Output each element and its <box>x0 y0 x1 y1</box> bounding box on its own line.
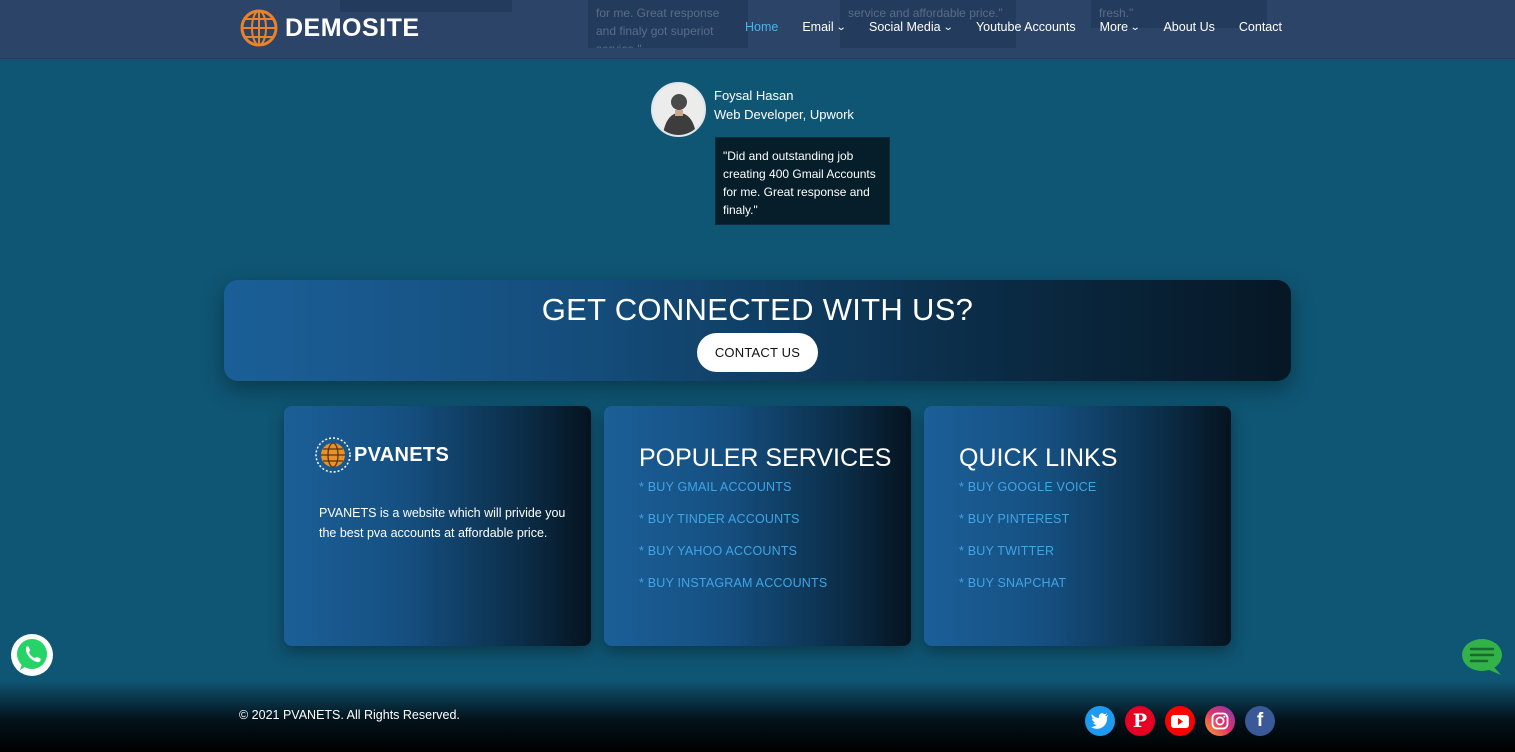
testimonial-avatar <box>651 82 706 137</box>
about-description: PVANETS is a website which will privide … <box>319 506 566 540</box>
service-link-tinder[interactable]: * BUY TINDER ACCOUNTS <box>639 512 827 544</box>
live-chat-button[interactable] <box>1461 638 1503 676</box>
nav-about-us[interactable]: About Us <box>1163 20 1214 34</box>
globe-logo-icon <box>315 437 351 473</box>
about-card: PVANETS PVANETS is a website which will … <box>284 406 591 646</box>
nav-youtube-accounts[interactable]: Youtube Accounts <box>976 20 1076 34</box>
main-nav: Home Email ⌄ Social Media ⌄ Youtube Accoun… <box>745 20 1306 34</box>
chevron-down-icon: ⌄ <box>942 21 954 33</box>
social-links: P f <box>1085 706 1275 736</box>
service-link-instagram[interactable]: * BUY INSTAGRAM ACCOUNTS <box>639 576 827 608</box>
chat-bubble-icon <box>1462 639 1502 675</box>
pvanets-logo[interactable]: PVANETS <box>314 436 449 474</box>
pvanets-brand: PVANETS <box>354 443 450 466</box>
quick-link-pinterest[interactable]: * BUY PINTEREST <box>959 512 1096 544</box>
quick-links-card: QUICK LINKS * BUY GOOGLE VOICE * BUY PIN… <box>924 406 1231 646</box>
facebook-icon[interactable]: f <box>1245 706 1275 736</box>
services-list: * BUY GMAIL ACCOUNTS * BUY TINDER ACCOUN… <box>639 480 827 608</box>
nav-email[interactable]: Email ⌄ <box>802 20 847 34</box>
service-link-yahoo[interactable]: * BUY YAHOO ACCOUNTS <box>639 544 827 576</box>
cta-banner: GET CONNECTED WITH US? CONTACT US <box>224 280 1291 381</box>
person-avatar-icon <box>653 84 704 135</box>
nav-more[interactable]: More ⌄ <box>1100 20 1141 34</box>
nav-contact[interactable]: Contact <box>1239 20 1282 34</box>
testimonial-quote: "Did and outstanding job creating 400 Gm… <box>715 137 890 225</box>
footer-bar <box>0 680 1515 752</box>
pinterest-icon[interactable]: P <box>1125 706 1155 736</box>
quick-link-snapchat[interactable]: * BUY SNAPCHAT <box>959 576 1096 608</box>
ghost-testimonial-card: for me. Great response and finaly got su… <box>588 0 748 48</box>
twitter-icon[interactable] <box>1085 706 1115 736</box>
youtube-icon[interactable] <box>1165 706 1195 736</box>
chevron-down-icon: ⌄ <box>1129 21 1141 33</box>
contact-us-button[interactable]: CONTACT US <box>697 333 818 372</box>
testimonial-role: Web Developer, Upwork <box>714 107 854 122</box>
brand-name: DEMOSITE <box>285 13 420 42</box>
globe-logo-icon <box>240 9 278 47</box>
quick-link-twitter[interactable]: * BUY TWITTER <box>959 544 1096 576</box>
service-link-gmail[interactable]: * BUY GMAIL ACCOUNTS <box>639 480 827 512</box>
services-title: POPULER SERVICES <box>639 444 892 472</box>
quick-links-list: * BUY GOOGLE VOICE * BUY PINTEREST * BUY… <box>959 480 1096 608</box>
site-header: for me. Great response and finaly got su… <box>0 0 1515 59</box>
instagram-icon[interactable] <box>1205 706 1235 736</box>
testimonial-name: Foysal Hasan <box>714 88 794 103</box>
site-logo[interactable]: DEMOSITE <box>239 8 420 48</box>
quick-links-title: QUICK LINKS <box>959 444 1118 472</box>
quick-link-google-voice[interactable]: * BUY GOOGLE VOICE <box>959 480 1096 512</box>
chevron-down-icon: ⌄ <box>835 21 847 33</box>
whatsapp-icon <box>17 639 47 670</box>
nav-social-media[interactable]: Social Media ⌄ <box>869 20 954 34</box>
whatsapp-button[interactable] <box>11 634 53 676</box>
copyright-text: © 2021 PVANETS. All Rights Reserved. <box>239 708 460 722</box>
services-card: POPULER SERVICES * BUY GMAIL ACCOUNTS * … <box>604 406 911 646</box>
nav-home[interactable]: Home <box>745 20 778 34</box>
cta-title: GET CONNECTED WITH US? <box>541 292 974 327</box>
